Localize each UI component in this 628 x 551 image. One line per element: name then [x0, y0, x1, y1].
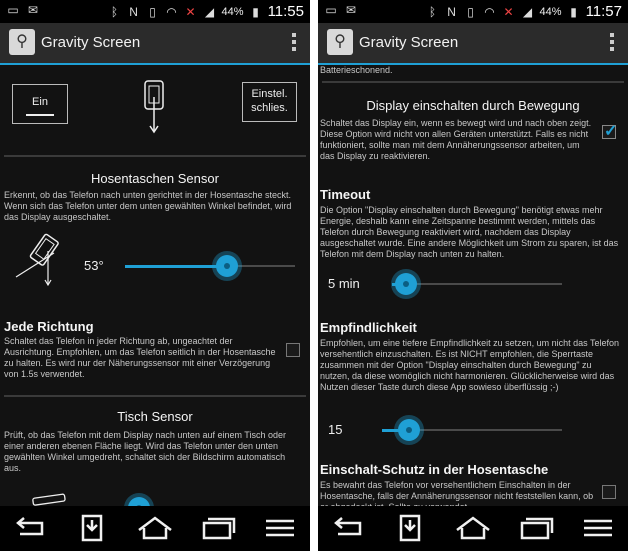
divider	[4, 395, 306, 397]
vibrate-icon: ▯	[149, 4, 156, 19]
recent-apps-icon[interactable]	[198, 514, 238, 542]
pocket-guard-checkbox[interactable]	[602, 485, 616, 499]
notification-icon[interactable]	[72, 514, 112, 542]
back-icon[interactable]	[10, 514, 50, 542]
sensitivity-slider-thumb[interactable]	[398, 419, 420, 441]
action-bar: ⚲ Gravity Screen	[0, 23, 310, 65]
previous-description-fragment: Batterieschonend.	[320, 65, 393, 75]
option-description: Schaltet das Telefon in jeder Richtung a…	[4, 336, 276, 379]
battery-percent: 44%	[539, 5, 562, 18]
navigation-bar	[318, 506, 628, 551]
section-title: Tisch Sensor	[117, 409, 193, 424]
notification-icon[interactable]	[390, 514, 430, 542]
motion-on-checkbox[interactable]: ✓	[602, 123, 617, 140]
option-title: Empfindlichkeit	[320, 320, 417, 335]
option-title: Timeout	[320, 187, 371, 202]
left-screenshot: ▭ ✉ ᛒ N ▯ ◠ ✕ ◢ 44% ▮ 11:55 ⚲ Gravity Sc…	[0, 0, 310, 551]
table-angle-slider-thumb[interactable]	[128, 497, 150, 506]
nfc-icon: N	[447, 4, 456, 19]
sensitivity-value: 15	[328, 422, 343, 437]
app-icon[interactable]: ⚲	[327, 29, 353, 55]
status-bar: ▭ ✉ ᛒ N ▯ ◠ ✕ ◢ 44% ▮ 11:57	[318, 0, 628, 23]
action-bar: ⚲ Gravity Screen	[318, 23, 628, 65]
angle-slider-thumb[interactable]	[216, 255, 238, 277]
settings-list[interactable]: Batterieschonend. Display einschalten du…	[318, 65, 628, 506]
angle-slider-fill	[125, 265, 227, 268]
battery-icon: ▮	[252, 4, 259, 19]
section-description: Erkennt, ob das Telefon nach unten geric…	[4, 190, 292, 222]
section-description: Prüft, ob das Telefon mit dem Display na…	[4, 430, 286, 473]
clock: 11:57	[585, 3, 622, 20]
any-direction-checkbox[interactable]	[286, 343, 300, 357]
divider	[4, 155, 306, 157]
on-button[interactable]: Ein	[12, 84, 68, 124]
home-icon[interactable]	[453, 514, 493, 542]
right-screenshot: ▭ ✉ ᛒ N ▯ ◠ ✕ ◢ 44% ▮ 11:57 ⚲ Gravity Sc…	[318, 0, 628, 551]
angle-value: 53°	[84, 258, 104, 273]
signal-icon: ◢	[522, 4, 533, 19]
timeout-value: 5 min	[328, 276, 360, 291]
signal-icon: ◢	[204, 4, 215, 19]
screen-icon: ▭	[325, 3, 337, 17]
option-description: Die Option "Display einschalten durch Be…	[320, 205, 619, 259]
navigation-bar	[0, 506, 310, 551]
vibrate-icon: ▯	[467, 4, 474, 19]
option-title: Einschalt-Schutz in der Hosentasche	[320, 462, 549, 477]
status-bar: ▭ ✉ ᛒ N ▯ ◠ ✕ ◢ 44% ▮ 11:55	[0, 0, 310, 23]
screen-icon: ▭	[7, 3, 19, 17]
recent-apps-icon[interactable]	[516, 514, 556, 542]
option-title: Jede Richtung	[4, 319, 94, 334]
option-title: Display einschalten durch Bewegung	[366, 98, 580, 113]
bluetooth-icon: ᛒ	[428, 4, 437, 19]
timeout-slider-thumb[interactable]	[394, 273, 417, 295]
app-icon[interactable]: ⚲	[9, 29, 35, 55]
mail-icon: ✉	[345, 3, 357, 17]
close-settings-button[interactable]: Einstel. schlies.	[242, 82, 297, 122]
home-icon[interactable]	[135, 514, 175, 542]
battery-icon: ▮	[570, 4, 577, 19]
option-description: Schaltet das Display ein, wenn es bewegt…	[320, 118, 592, 161]
option-description: Es bewahrt das Telefon vor versehentlich…	[320, 480, 594, 506]
no-sim-icon: ✕	[503, 4, 514, 19]
no-sim-icon: ✕	[185, 4, 196, 19]
overflow-menu-icon[interactable]	[292, 33, 296, 54]
section-title: Hosentaschen Sensor	[91, 171, 219, 186]
menu-icon[interactable]	[260, 514, 300, 542]
mail-icon: ✉	[27, 3, 39, 17]
tilted-phone-icon	[15, 233, 59, 287]
option-description: Empfohlen, um eine tiefere Empfindlichke…	[320, 338, 619, 392]
app-title: Gravity Screen	[41, 34, 141, 51]
timeout-slider-track	[392, 283, 562, 285]
menu-icon[interactable]	[578, 514, 618, 542]
battery-percent: 44%	[221, 5, 244, 18]
divider	[322, 81, 624, 83]
nfc-icon: N	[129, 4, 138, 19]
flat-phone-icon	[32, 493, 66, 506]
app-title: Gravity Screen	[359, 34, 459, 51]
settings-list[interactable]: Ein Einstel. schlies. Hosentaschen Senso…	[0, 65, 310, 506]
bluetooth-icon: ᛒ	[110, 4, 119, 19]
phone-orientation-icon	[144, 80, 164, 134]
wifi-icon: ◠	[484, 4, 495, 19]
clock: 11:55	[267, 3, 304, 20]
wifi-icon: ◠	[166, 4, 177, 19]
back-icon[interactable]	[328, 514, 368, 542]
checkmark-icon: ✓	[604, 123, 618, 140]
overflow-menu-icon[interactable]	[610, 33, 614, 54]
